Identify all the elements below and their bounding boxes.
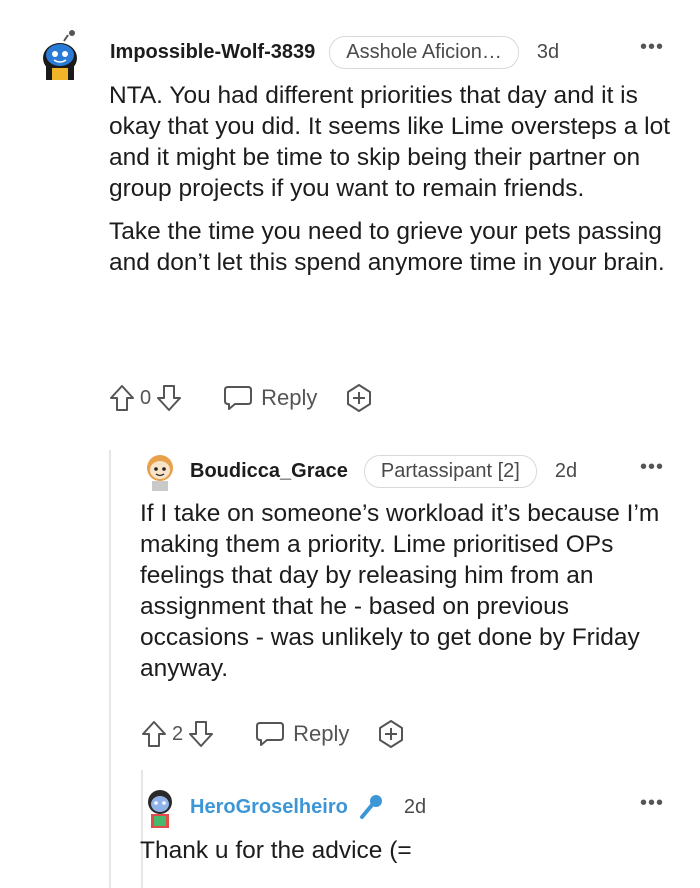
username[interactable]: HeroGroselheiro [190,796,348,819]
timestamp: 2d [403,795,427,818]
comment-header: HeroGroselheiro 2d [190,790,426,824]
comment-body: Thank u for the advice (= [140,835,680,866]
avatar[interactable] [141,786,179,830]
comment-3: HeroGroselheiro 2d ••• Thank u for the a… [0,0,700,888]
more-options-icon[interactable]: ••• [640,792,664,815]
microphone-icon [358,793,384,821]
comment-paragraph: Thank u for the advice (= [140,837,412,864]
